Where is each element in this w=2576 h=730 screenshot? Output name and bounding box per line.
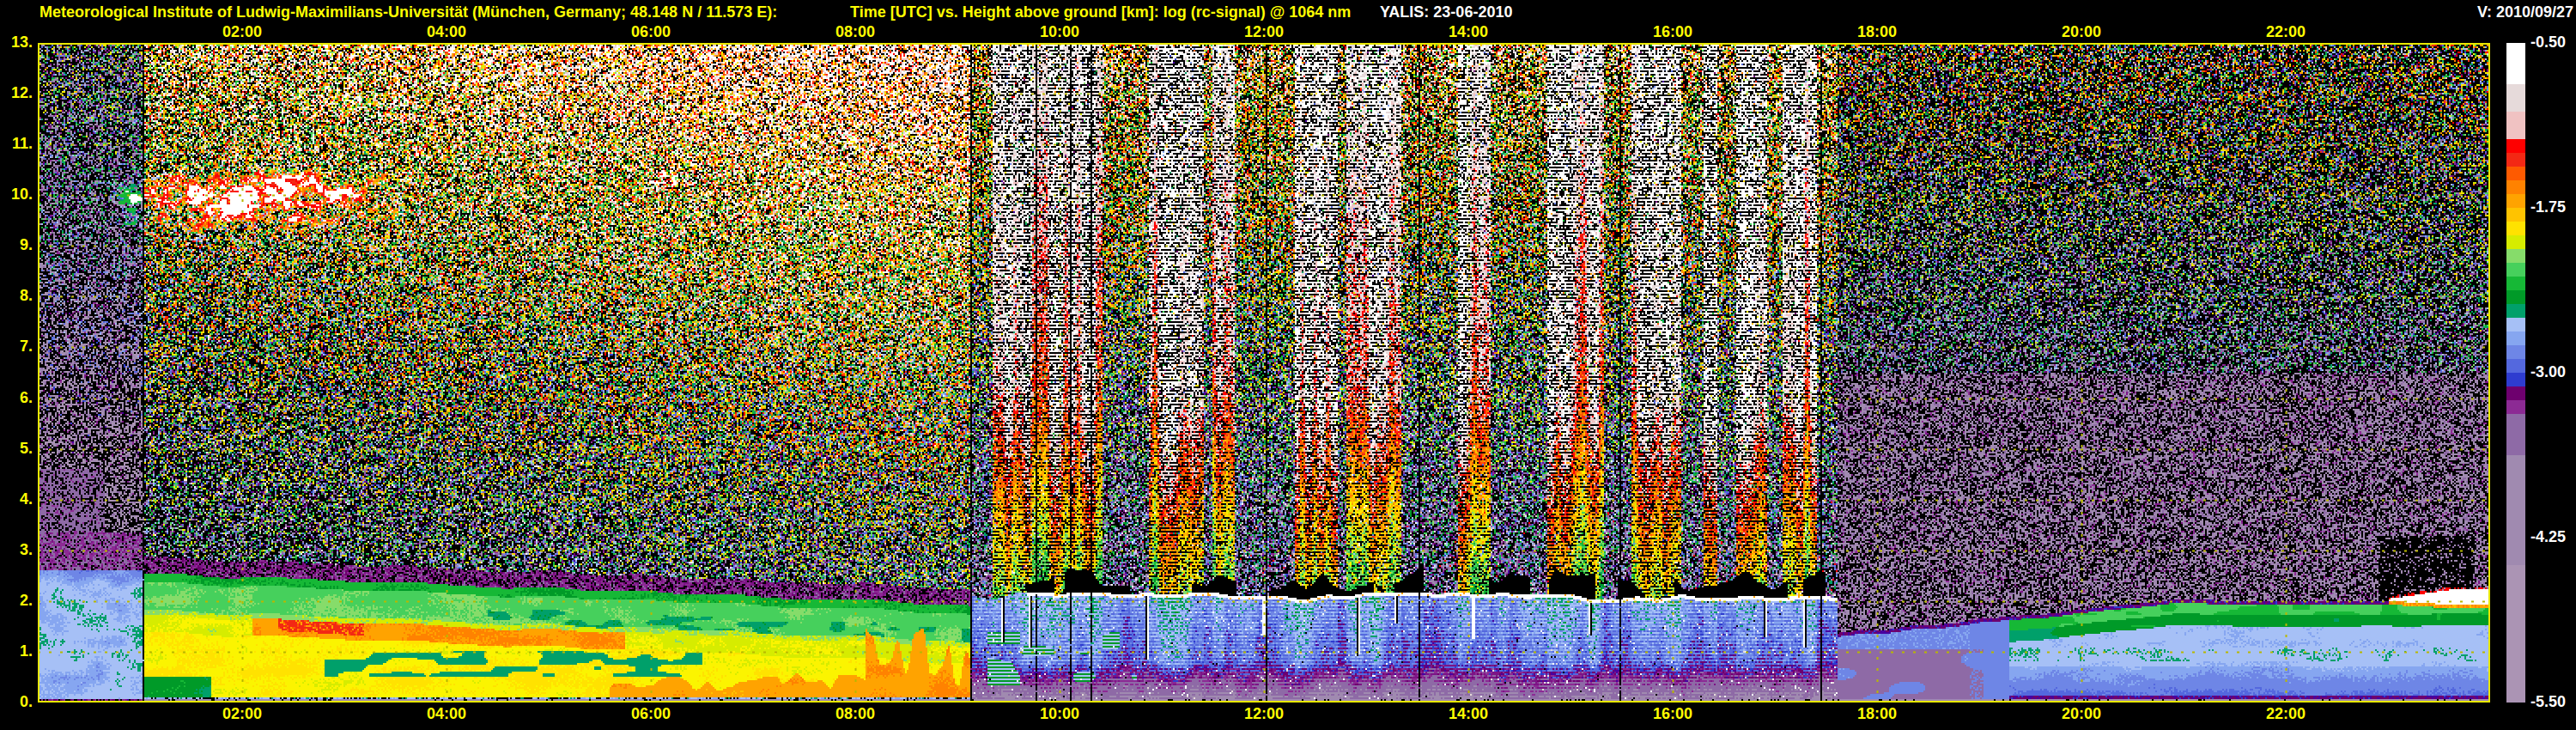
x-tick-bottom-04:00: 04:00 <box>427 705 466 723</box>
y-tick-6.: 6. <box>0 389 33 407</box>
x-tick-bottom-08:00: 08:00 <box>835 705 875 723</box>
colorbar-tick--4.25: -4.25 <box>2530 528 2566 546</box>
x-tick-bottom-20:00: 20:00 <box>2062 705 2101 723</box>
x-tick-bottom-12:00: 12:00 <box>1244 705 1284 723</box>
x-tick-bottom-10:00: 10:00 <box>1040 705 1079 723</box>
y-tick-10.: 10. <box>0 186 33 204</box>
y-tick-9.: 9. <box>0 236 33 254</box>
y-tick-11.: 11. <box>0 135 33 153</box>
y-tick-0.: 0. <box>0 693 33 711</box>
y-tick-4.: 4. <box>0 490 33 508</box>
x-tick-top-16:00: 16:00 <box>1653 23 1692 41</box>
x-tick-top-10:00: 10:00 <box>1040 23 1079 41</box>
x-tick-top-06:00: 06:00 <box>631 23 671 41</box>
x-tick-bottom-06:00: 06:00 <box>631 705 671 723</box>
colorbar-canvas <box>2506 43 2525 703</box>
x-tick-bottom-22:00: 22:00 <box>2266 705 2306 723</box>
y-tick-5.: 5. <box>0 440 33 458</box>
x-tick-bottom-18:00: 18:00 <box>1857 705 1897 723</box>
y-tick-1.: 1. <box>0 642 33 660</box>
colorbar-tick--0.50: -0.50 <box>2530 33 2566 52</box>
y-tick-2.: 2. <box>0 592 33 610</box>
y-tick-13.: 13. <box>0 33 33 52</box>
x-tick-top-12:00: 12:00 <box>1244 23 1284 41</box>
x-tick-top-14:00: 14:00 <box>1449 23 1488 41</box>
heatmap-canvas <box>38 43 2490 703</box>
x-tick-top-02:00: 02:00 <box>222 23 262 41</box>
x-tick-bottom-02:00: 02:00 <box>222 705 262 723</box>
x-tick-top-04:00: 04:00 <box>427 23 466 41</box>
header-version: V: 2010/09/27 <box>2477 3 2573 21</box>
y-tick-12.: 12. <box>0 84 33 102</box>
x-tick-top-20:00: 20:00 <box>2062 23 2101 41</box>
colorbar-tick--5.50: -5.50 <box>2530 693 2566 711</box>
header-plot-title: Time [UTC] vs. Height above ground [km]:… <box>850 3 1351 21</box>
x-tick-top-22:00: 22:00 <box>2266 23 2306 41</box>
x-tick-bottom-16:00: 16:00 <box>1653 705 1692 723</box>
colorbar-tick--3.00: -3.00 <box>2530 363 2566 381</box>
x-tick-top-18:00: 18:00 <box>1857 23 1897 41</box>
header-run-label: YALIS: 23-06-2010 <box>1380 3 1512 21</box>
y-tick-3.: 3. <box>0 541 33 559</box>
x-tick-top-08:00: 08:00 <box>835 23 875 41</box>
y-tick-8.: 8. <box>0 287 33 305</box>
header-institute: Meteorological Institute of Ludwig-Maxim… <box>39 3 777 21</box>
colorbar-tick--1.75: -1.75 <box>2530 198 2566 216</box>
x-tick-bottom-14:00: 14:00 <box>1449 705 1488 723</box>
y-tick-7.: 7. <box>0 338 33 356</box>
